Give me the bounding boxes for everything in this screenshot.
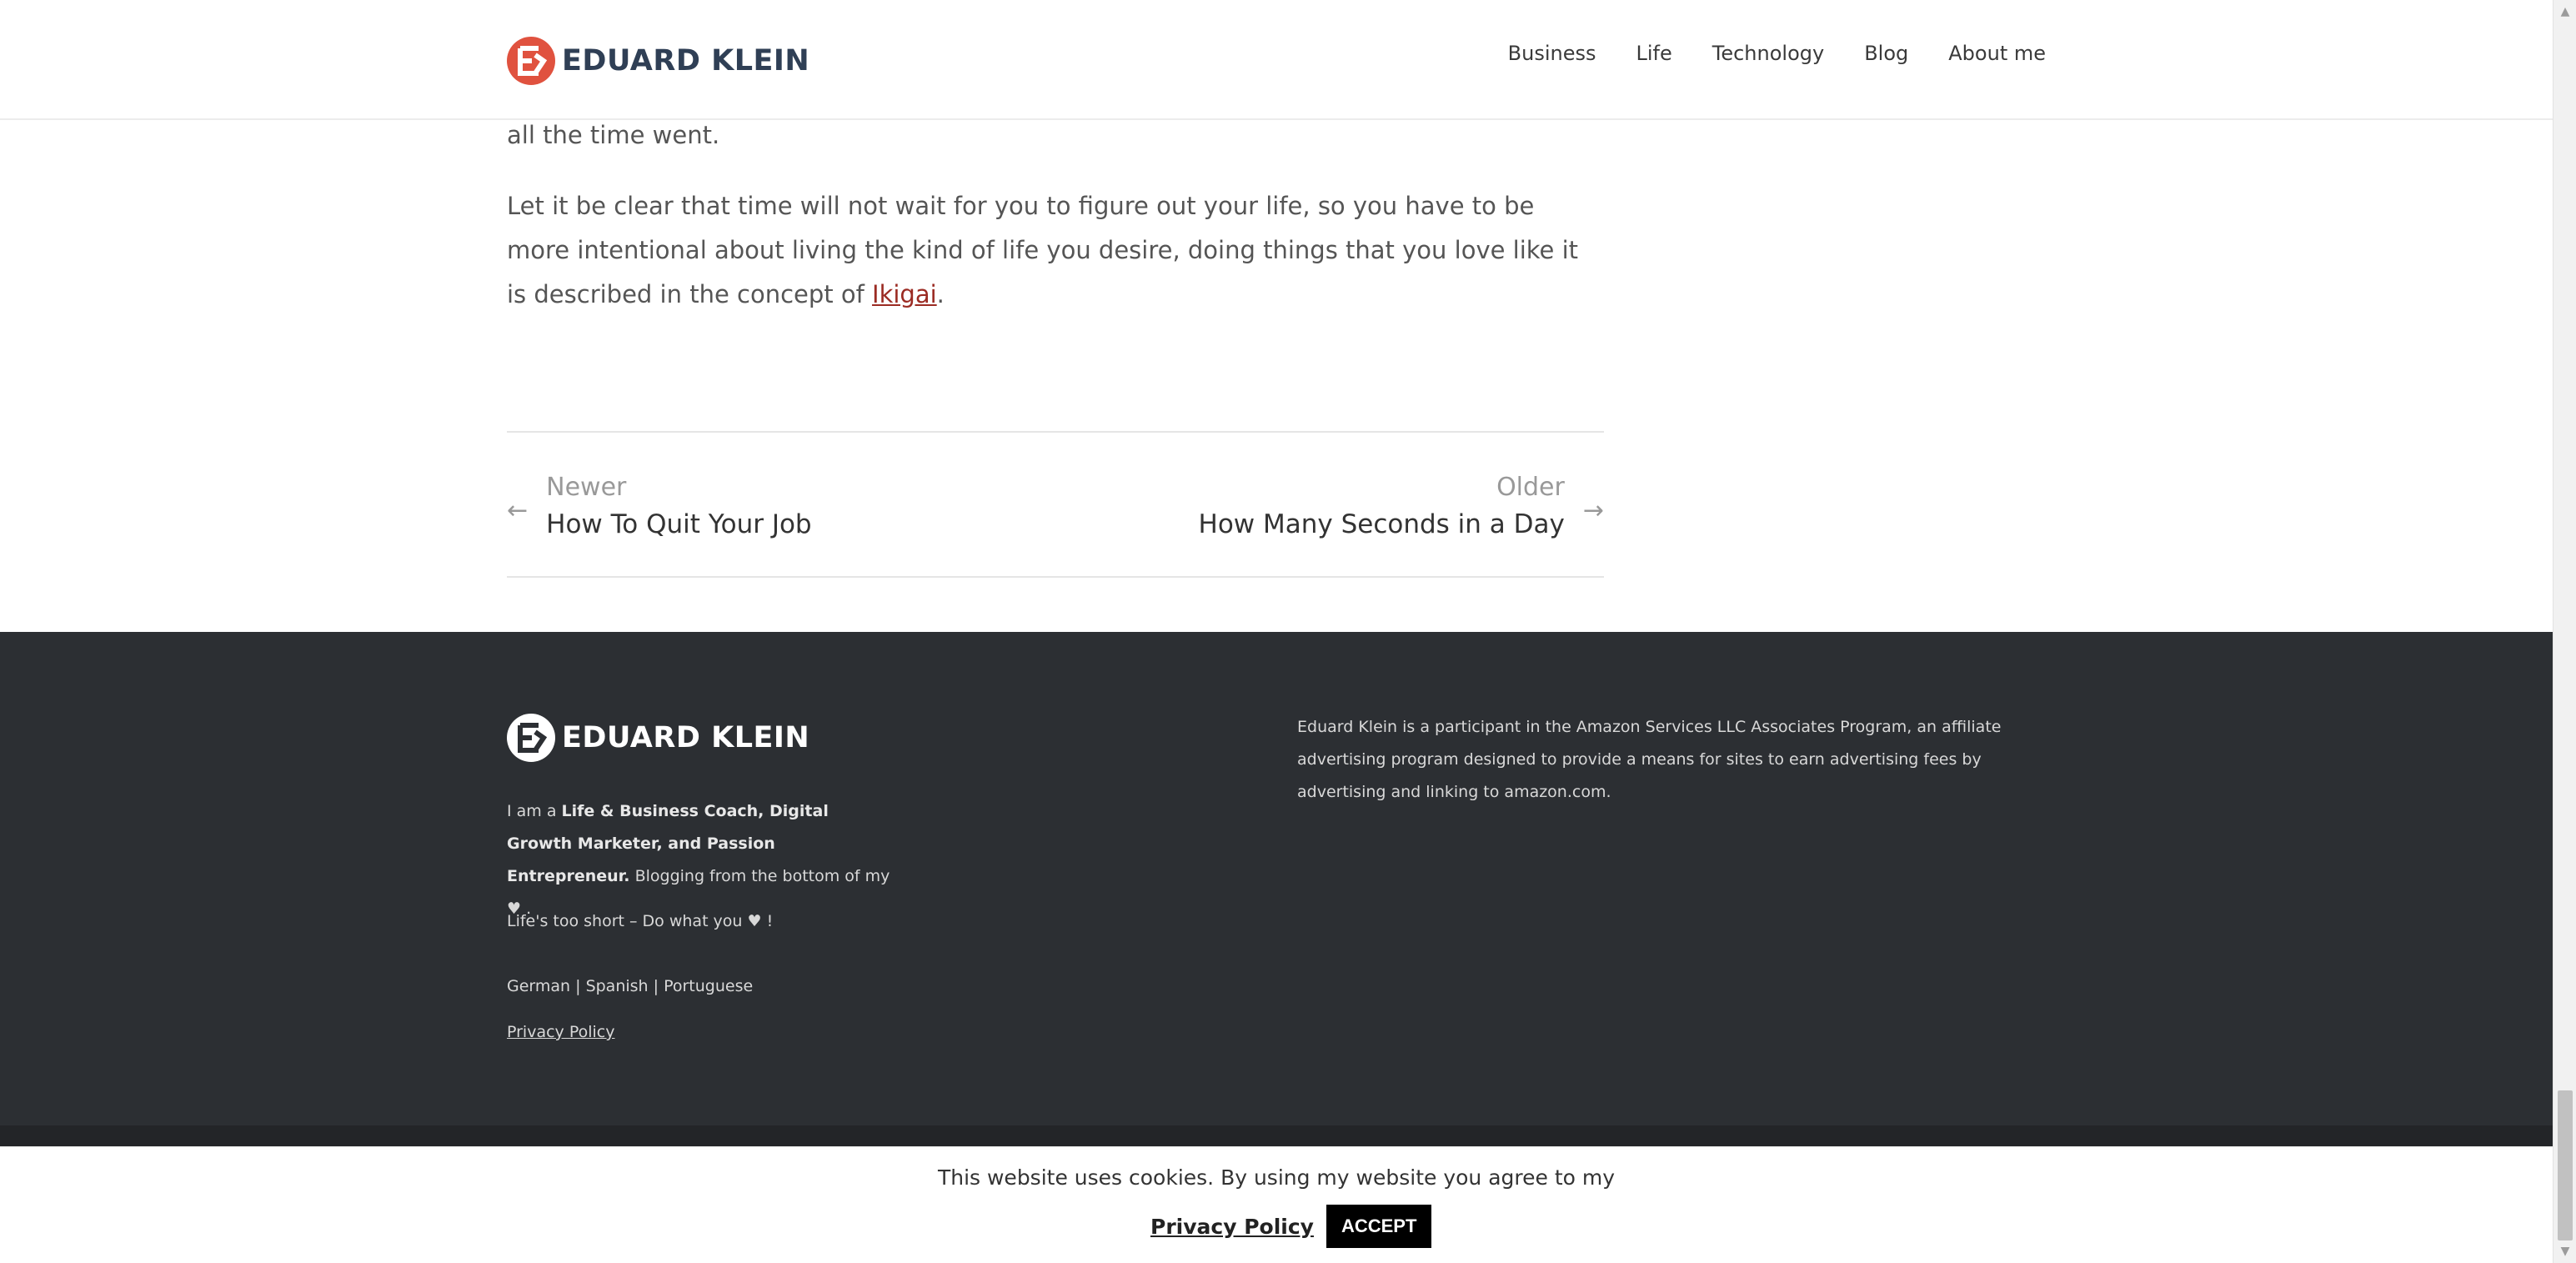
main-nav: Business Life Technology Blog About me (1468, 42, 2046, 65)
footer-language-links[interactable]: German | Spanish | Portuguese (507, 970, 753, 1003)
accept-cookies-button[interactable]: ACCEPT (1326, 1205, 1432, 1248)
cookie-banner: This website uses cookies. By using my w… (0, 1146, 2553, 1263)
ikigai-link[interactable]: Ikigai (872, 280, 937, 308)
nav-blog[interactable]: Blog (1864, 42, 1908, 65)
logo-icon (507, 37, 555, 85)
older-post-link[interactable]: Older How Many Seconds in a Day → (1199, 471, 1604, 544)
newer-label: Newer (546, 473, 627, 502)
newer-post-link[interactable]: ← Newer How To Quit Your Job (507, 471, 812, 544)
newer-title[interactable]: How To Quit Your Job (546, 504, 811, 544)
nav-business[interactable]: Business (1508, 42, 1596, 65)
scrollbar-thumb[interactable] (2558, 1090, 2573, 1240)
footer-privacy-link[interactable]: Privacy Policy (507, 1016, 614, 1049)
nav-life[interactable]: Life (1636, 42, 1672, 65)
footer-motto: Life's too short – Do what you ♥ ! (507, 912, 774, 930)
amazon-disclosure: Eduard Klein is a participant in the Ama… (1297, 718, 2002, 801)
site-footer (0, 632, 2553, 1125)
site-header: EDUARD KLEIN Business Life Technology Bl… (0, 0, 2553, 120)
cookie-privacy-link[interactable]: Privacy Policy (1150, 1215, 1314, 1239)
older-title[interactable]: How Many Seconds in a Day (1199, 504, 1565, 544)
article-paragraph: Let it be clear that time will not wait … (507, 192, 1579, 308)
logo-text: EDUARD KLEIN (562, 44, 810, 78)
footer-logo-text: EDUARD KLEIN (562, 721, 810, 754)
footer-logo[interactable]: EDUARD KLEIN (507, 714, 809, 762)
site-logo[interactable]: EDUARD KLEIN (507, 37, 809, 85)
cookie-message: This website uses cookies. By using my w… (937, 1165, 1616, 1190)
post-navigation: ← Newer How To Quit Your Job Older How M… (507, 431, 1604, 578)
article-body: all the time went. Let it be clear that … (507, 113, 1604, 343)
scroll-up-icon[interactable]: ▲ (2553, 0, 2576, 23)
page-scrollbar[interactable]: ▲ ▼ (2553, 0, 2576, 1263)
scroll-down-icon[interactable]: ▼ (2553, 1240, 2576, 1263)
arrow-left-icon: ← (507, 496, 529, 525)
older-label: Older (1496, 473, 1565, 502)
arrow-right-icon: → (1582, 496, 1604, 525)
nav-about-me[interactable]: About me (1948, 42, 2046, 65)
cookie-actions: Privacy Policy ACCEPT (1150, 1205, 1432, 1248)
nav-technology[interactable]: Technology (1712, 42, 1824, 65)
footer-logo-icon (507, 714, 555, 762)
